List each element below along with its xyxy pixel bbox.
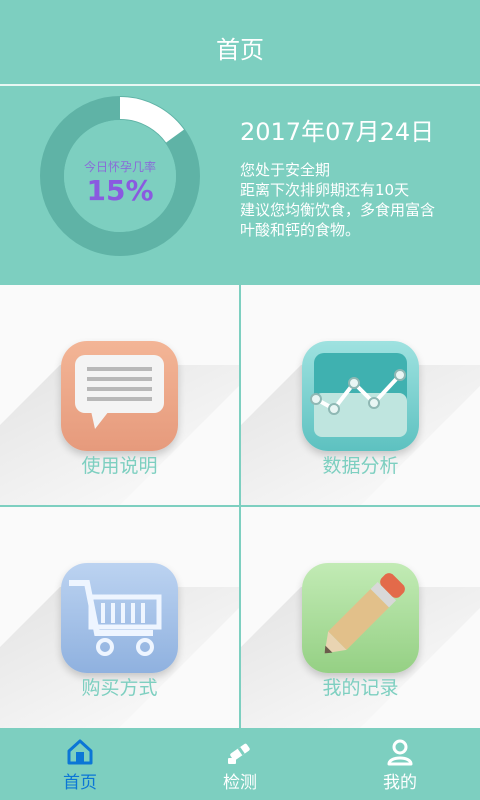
grid-item-label: 我的记录	[322, 677, 399, 699]
probability-ring: 今日怀孕几率 15%	[40, 96, 200, 256]
status-line: 建议您均衡饮食，多食用富含	[240, 201, 436, 219]
grid-divider	[0, 505, 480, 507]
grid-item-purchase[interactable]: 购买方式	[0, 507, 239, 728]
line-chart-icon	[302, 341, 419, 451]
grid-item-records[interactable]: 我的记录	[241, 507, 480, 728]
home-icon	[67, 739, 93, 765]
user-icon	[387, 739, 413, 766]
tab-label: 检测	[223, 773, 257, 793]
page-title: 首页	[216, 36, 264, 64]
probability-label: 今日怀孕几率	[83, 160, 156, 174]
probability-value: 15%	[86, 174, 154, 207]
chat-bubble-icon	[61, 341, 178, 451]
tab-label: 我的	[383, 773, 417, 793]
test-strip-icon	[228, 743, 250, 764]
tab-home[interactable]: 首页	[0, 728, 160, 800]
shopping-cart-icon	[61, 563, 178, 673]
current-date: 2017年07月24日	[240, 118, 435, 146]
status-line: 距离下次排卵期还有10天	[240, 181, 410, 199]
grid-item-analysis[interactable]: 数据分析	[241, 285, 480, 506]
grid-item-instructions[interactable]: 使用说明	[0, 285, 239, 506]
tab-profile[interactable]: 我的	[320, 728, 480, 800]
status-text: 您处于安全期 距离下次排卵期还有10天 建议您均衡饮食，多食用富含 叶酸和钙的食…	[240, 160, 475, 240]
grid-item-label: 购买方式	[81, 677, 158, 699]
feature-grid: 使用说明 数据分析 购买方式 我的记录	[0, 285, 480, 728]
status-line: 叶酸和钙的食物。	[240, 221, 361, 239]
pencil-icon	[302, 563, 419, 673]
tab-test[interactable]: 检测	[160, 728, 320, 800]
grid-item-label: 使用说明	[81, 455, 158, 477]
tab-label: 首页	[63, 773, 97, 793]
bottom-tab-bar: 首页 检测 我的	[0, 728, 480, 800]
app-header: 首页	[0, 0, 480, 84]
status-line: 您处于安全期	[240, 161, 331, 179]
status-panel: 今日怀孕几率 15% 2017年07月24日 您处于安全期 距离下次排卵期还有1…	[0, 86, 480, 285]
grid-item-label: 数据分析	[322, 455, 399, 477]
